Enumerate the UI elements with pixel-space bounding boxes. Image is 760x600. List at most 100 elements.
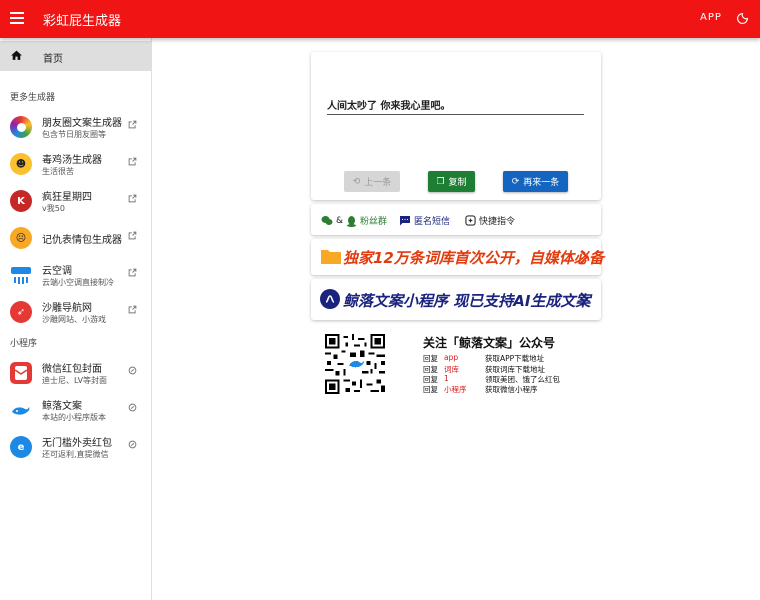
app-bar: 彩虹屁生成器 APP (0, 0, 760, 38)
quote-card: 人间太吵了 你来我心里吧。 ⟲ 上一条 ❐ 复制 ⟳ 再来一条 (311, 52, 601, 200)
item-subtitle: 生活很苦 (42, 167, 74, 176)
shortcut-icon (465, 215, 476, 226)
refresh-icon: ⟳ (511, 176, 520, 187)
mini-program-logo-icon (320, 289, 340, 309)
sidebar-item-poison-soup[interactable]: ☻ 毒鸡汤生成器 生活很苦 (0, 147, 152, 183)
item-subtitle: 本站的小程序版本 (42, 413, 106, 422)
wechat-icon (321, 216, 333, 225)
reply-keyword: 小程序 (444, 385, 467, 394)
chevron-right-icon (580, 250, 589, 264)
sms-icon (400, 216, 410, 226)
quote-text[interactable]: 人间太吵了 你来我心里吧。 (327, 97, 450, 112)
next-label: 再来一条 (523, 178, 560, 188)
item-subtitle: 沙雕网站、小游戏 (42, 315, 106, 324)
sidebar-item-whale-copy[interactable]: 鲸落文案 本站的小程序版本 (0, 393, 152, 429)
copy-label: 复制 (448, 178, 467, 188)
sidebar-item-crazy-thursday[interactable]: K 疯狂星期四 v我50 (0, 184, 152, 220)
external-link-icon (128, 231, 137, 240)
kfc-icon: K (10, 190, 32, 212)
sidebar-item-cloud-aircon[interactable]: 云空调 云端小空调直接制冷 (0, 258, 152, 294)
external-link-icon (128, 305, 137, 314)
aircon-icon (10, 264, 32, 286)
colorful-circle-icon (10, 116, 32, 138)
item-title: 微信红包封面 (42, 364, 102, 375)
reply-prefix: 回复 (423, 385, 438, 394)
word-library-banner[interactable]: 独家12万条词库首次公开，自媒体必备 (311, 239, 604, 275)
word-library-banner-text: 独家12万条词库首次公开，自媒体必备 (343, 249, 604, 267)
whale-icon (10, 399, 32, 421)
reply-keyword: app (444, 353, 459, 362)
reply-row: 回复 app 获取APP下载地址 (423, 353, 544, 364)
history-icon: ⟲ (352, 176, 361, 187)
app-title: 彩虹屁生成器 (43, 14, 122, 29)
sidebar: 首页 更多生成器 朋友圈文案生成器 包含节日朋友圈等 ☻ 毒鸡汤生成器 生活很苦… (0, 38, 152, 600)
previous-button[interactable]: ⟲ 上一条 (344, 171, 400, 192)
reply-prefix: 回复 (423, 365, 438, 374)
external-link-icon (128, 157, 137, 166)
qr-code-image (325, 334, 385, 394)
item-title: 疯狂星期四 (42, 192, 92, 203)
sidebar-item-label: 首页 (43, 54, 63, 65)
dark-mode-icon[interactable] (736, 12, 749, 25)
section-mini-programs: 小程序 (10, 339, 38, 349)
reply-description: 获取APP下载地址 (485, 354, 545, 363)
mini-program-icon (128, 440, 137, 449)
menu-icon[interactable] (10, 12, 24, 24)
mini-program-icon (128, 366, 137, 375)
follow-title: 关注「鲸落文案」公众号 (423, 336, 556, 350)
anonymous-sms-link[interactable]: 匿名短信 (399, 214, 450, 227)
item-title: 沙雕导航网 (42, 303, 92, 314)
qq-icon (347, 215, 357, 227)
ele-icon: e (10, 436, 32, 458)
sidebar-item-silly-nav[interactable]: ➶ 沙雕导航网 沙雕网站、小游戏 (0, 295, 152, 331)
item-subtitle: 还可返利,直提微信 (42, 450, 109, 459)
external-link-icon (128, 268, 137, 277)
reply-description: 获取微信小程序 (485, 385, 538, 394)
reply-keyword: 1 (444, 374, 449, 383)
item-title: 朋友圈文案生成器 (42, 118, 122, 129)
item-title: 无门槛外卖红包 (42, 438, 112, 449)
red-envelope-icon (10, 362, 32, 384)
mini-program-icon (128, 403, 137, 412)
home-icon (11, 50, 22, 60)
item-title: 记仇表情包生成器 (42, 235, 122, 246)
reply-prefix: 回复 (423, 354, 438, 363)
sidebar-item-moments-copy[interactable]: 朋友圈文案生成器 包含节日朋友圈等 (0, 110, 152, 146)
shortcut-label: 快捷指令 (479, 217, 516, 227)
external-link-icon (128, 120, 137, 129)
fans-prefix: & (336, 215, 344, 226)
item-title: 鲸落文案 (42, 401, 82, 412)
sidebar-item-takeout-envelope[interactable]: e 无门槛外卖红包 还可返利,直提微信 (0, 430, 152, 466)
shortcut-link[interactable]: 快捷指令 (465, 214, 515, 227)
copy-icon: ❐ (436, 176, 445, 187)
external-link-icon (128, 194, 137, 203)
item-subtitle: 云端小空调直接制冷 (42, 278, 114, 287)
item-subtitle: 迪士尼、LV等封面 (42, 376, 108, 385)
emoji-face-icon: ☻ (10, 153, 32, 175)
item-subtitle: 包含节日朋友圈等 (42, 130, 106, 139)
mini-program-banner-text: 鲸落文案小程序 现已支持AI生成文案 (343, 292, 591, 310)
folder-icon (321, 250, 341, 264)
mini-program-banner[interactable]: 鲸落文案小程序 现已支持AI生成文案 (311, 279, 601, 320)
reply-prefix: 回复 (423, 375, 438, 384)
sidebar-item-home[interactable]: 首页 (0, 41, 152, 71)
quote-underline (327, 114, 584, 115)
item-title: 云空调 (42, 266, 72, 277)
item-title: 毒鸡汤生成器 (42, 155, 102, 166)
copy-button[interactable]: ❐ 复制 (428, 171, 475, 192)
anonymous-sms-label: 匿名短信 (414, 217, 451, 227)
chevron-right-icon (580, 292, 589, 306)
previous-label: 上一条 (364, 178, 392, 188)
fans-group-label: 粉丝群 (360, 217, 388, 227)
grudge-emoji-icon: ☹ (10, 227, 32, 249)
item-subtitle: v我50 (42, 204, 65, 213)
section-more-generators: 更多生成器 (10, 93, 56, 103)
fans-group-link[interactable]: & 粉丝群 (321, 214, 387, 227)
sidebar-item-red-envelope-cover[interactable]: 微信红包封面 迪士尼、LV等封面 (0, 356, 152, 392)
reply-row: 回复 小程序 获取微信小程序 (423, 384, 538, 395)
sidebar-item-grudge-emoji[interactable]: ☹ 记仇表情包生成器 (0, 221, 152, 257)
compass-icon: ➶ (10, 301, 32, 323)
app-download-button[interactable]: APP (700, 12, 722, 23)
links-strip: & 粉丝群 匿名短信 快捷指令 (311, 204, 601, 235)
next-button[interactable]: ⟳ 再来一条 (503, 171, 568, 192)
